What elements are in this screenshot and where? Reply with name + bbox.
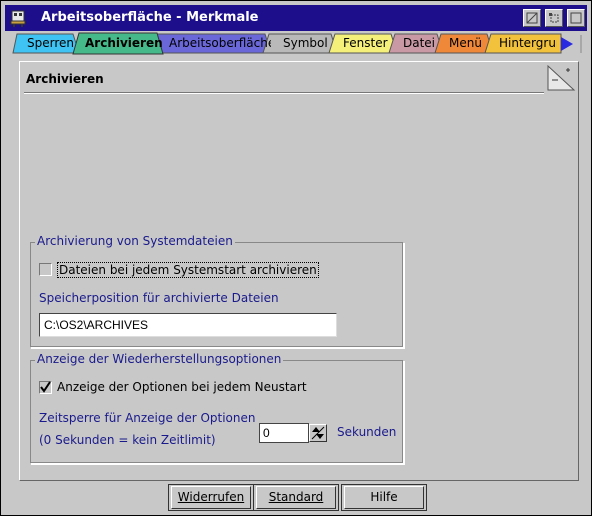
undo-button[interactable]: Widerrufen: [171, 486, 251, 509]
restore-options-group-label: Anzeige der Wiederherstellungsoptionen: [35, 352, 284, 366]
archive-group: Archivierung von Systemdateien Dateien b…: [30, 234, 404, 348]
properties-window: Arbeitsoberfläche - Merkmale Sperren Arc…: [0, 0, 592, 516]
window-title: Arbeitsoberfläche - Merkmale: [41, 10, 259, 25]
page-corner-icon: [547, 64, 576, 91]
tab-menue[interactable]: Menü: [435, 33, 491, 53]
archive-on-startup-checkbox[interactable]: [39, 263, 52, 276]
tab-scroll-right-button[interactable]: [557, 35, 587, 53]
maximize-button[interactable]: [567, 9, 585, 27]
show-options-on-restart-label[interactable]: Anzeige der Optionen bei jedem Neustart: [57, 380, 307, 394]
hide-button[interactable]: [523, 9, 541, 27]
timeout-unit-label: Sekunden: [337, 425, 397, 439]
tab-sperren[interactable]: Sperren: [13, 33, 77, 53]
notebook-tabs: Sperren Archivieren Arbeitsoberfläche Sy…: [1, 31, 591, 55]
checkmark-icon: [40, 381, 51, 393]
archive-on-startup-label[interactable]: Dateien bei jedem Systemstart archiviere…: [57, 262, 319, 278]
archive-location-label: Speicherposition für archivierte Dateien: [39, 291, 279, 305]
help-button[interactable]: Hilfe: [344, 486, 424, 509]
restore-options-group: Anzeige der Wiederherstellungsoptionen A…: [30, 352, 404, 464]
button-bar: Widerrufen Standard Hilfe: [1, 481, 591, 515]
tab-hintergrund[interactable]: Hintergrund: [485, 33, 557, 53]
desktop-folder-icon[interactable]: [9, 9, 27, 27]
arrow-right-icon: [561, 35, 582, 53]
page-title-divider: [24, 92, 544, 94]
default-button[interactable]: Standard: [256, 486, 336, 509]
timeout-spinbutton-input[interactable]: [259, 423, 309, 443]
tab-datei[interactable]: Datei: [389, 33, 441, 53]
show-options-on-restart-checkbox[interactable]: [39, 381, 52, 394]
tab-fenster[interactable]: Fenster: [329, 33, 393, 53]
restore-button[interactable]: [545, 9, 563, 27]
maximize-icon: [570, 12, 582, 24]
notebook-page: Archivieren Archivierung von Systemdatei…: [19, 61, 579, 481]
hide-icon: [526, 12, 538, 24]
title-bar[interactable]: Arbeitsoberfläche - Merkmale: [5, 5, 587, 31]
timeout-label-line1: Zeitsperre für Anzeige der Optionen: [39, 411, 256, 425]
timeout-label-line2: (0 Sekunden = kein Zeitlimit): [39, 433, 216, 447]
spin-arrows-icon: [311, 426, 325, 440]
tab-archivieren[interactable]: Archivieren: [71, 33, 163, 53]
restore-icon: [549, 13, 559, 23]
archive-location-input[interactable]: [39, 313, 337, 337]
timeout-spin-arrows[interactable]: [309, 424, 327, 442]
page-turn-dogear[interactable]: [546, 64, 576, 92]
archive-group-label: Archivierung von Systemdateien: [35, 234, 235, 248]
tab-arbeitsoberflaeche[interactable]: Arbeitsoberfläche: [155, 33, 271, 53]
tab-symbol[interactable]: Symbol: [269, 33, 335, 53]
page-title: Archivieren: [26, 72, 104, 86]
